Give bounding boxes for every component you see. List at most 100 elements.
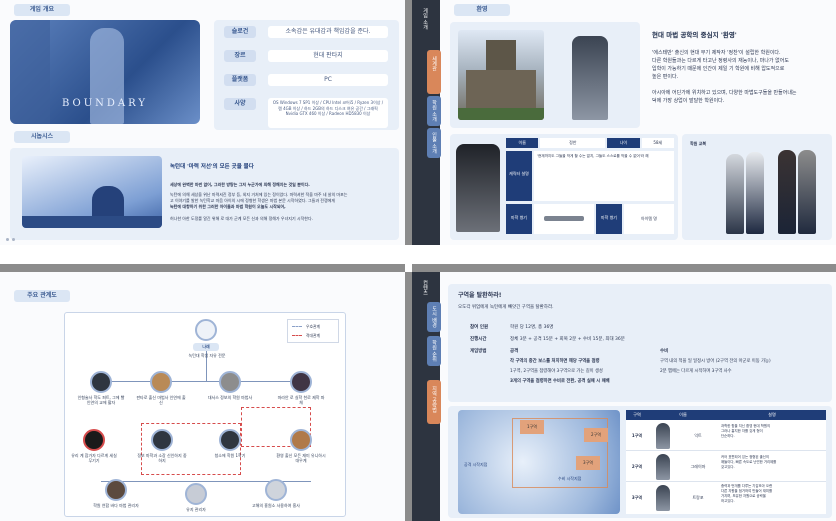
rule-defense-1: 구역 내의 적을 일 일정시 방어 (2구역 전의 아군로 이동 가능) [660,359,771,364]
weapon-image [534,204,594,234]
uniform-label: 학원 교복 [690,141,707,146]
relationship-diagram: 우호관계 적대관계 나래 녹턴대 학생 자유 전문 인형술사 학도 퍼트, 그에… [64,312,346,517]
row-value-method: 공격 [510,349,519,354]
horizontal-divider-right [412,264,836,272]
row-key-time: 진행시간 [470,337,487,342]
slide-game-overview: 게임 개요 BOUNDARY 슬로건 소속감은 유대감과 책임감을 준다. 장르… [0,0,405,245]
info-key-platform: 플랫폼 [224,74,256,86]
page-dot [12,238,15,241]
character-label-1: 인형술사 학도 퍼트, 그에 빨 인연의 교에 활자 [77,395,125,405]
character-label-8: 환영 출신 모든 재미 유니하시 대우계 [276,453,326,463]
table-cell-desc: 과학한 힘을 지닌 환영 현대 학원의 그러나 흉지한 자를 갖게 형이 단순하… [721,424,771,438]
weapon-key-2: 마학 병기 [596,204,622,234]
table-head-name: 이름 [679,412,687,417]
character-node-4[interactable] [290,371,312,393]
info-key-slogan: 슬로건 [224,26,256,38]
character-node-5[interactable] [83,429,105,451]
character-node-1[interactable] [90,371,112,393]
side-tab-characters[interactable]: 인물 소개 [427,128,441,158]
synopsis-panel: 녹턴대 '마력 저선'의 모든 곳을 물다 세상에 완벽한 마번 없어, 그러한… [10,148,399,240]
rule-attack-2: 1구역, 2구역을 점령해야 3구역으로 가는 길이 생성 [510,369,603,374]
horizontal-divider-left [0,264,405,272]
info-panel: 슬로건 소속감은 유대감과 책임감을 준다. 장르 현대 판타지 플랫폼 PC … [214,20,399,130]
side-tab-city[interactable]: 도시 배경 [427,302,441,332]
character-node-6[interactable] [151,429,173,451]
academy-para2-line2: 덕에 가장 상업이 발달한 학원이다. [652,98,725,104]
weapon-key: 마학 병기 [506,204,532,234]
founder-character-image [572,36,608,120]
section-label: 환영 [454,4,510,16]
head-age-key: 나이 [607,138,640,148]
character-desc-text: '현재까지도 그들을 막게 할 수는 없지, 그들도 스스로를 막을 수 없어'… [537,154,649,158]
uniform-figure-male [778,150,796,234]
character-label-2: 판타로 출신 마법사 인연에 출신 [136,395,186,405]
legend-hostile: 적대관계 [306,333,320,338]
synopsis-image [22,156,162,228]
side-tab-zone[interactable]: 지역 공략법 [427,380,441,424]
attack-start-marker: 공격 시작지점 [464,462,488,467]
row-key-players: 참여 인원 [470,325,489,330]
character-label-7: 청소에 학원 1학기 [214,453,246,458]
center-label: 녹턴대 학생 자유 전문 [188,353,226,358]
table-head-zone: 구역 [633,412,641,417]
contents-heading: 구역을 탈환하라! [458,292,502,299]
rule-defense-2: 2분 맵에는 다르게 시작하며 3구역 사수 [660,369,732,374]
character-node-8[interactable] [290,429,312,451]
contents-intro: 오도각 위엄에게 녹턴에게 빼앗긴 구역을 탈환하라. [458,305,554,310]
character-node-9[interactable] [105,479,127,501]
character-label-4: 마라안 로 실학 천로 제학 파체 [277,395,325,405]
rule-attack-1: 각 구역의 중간 보스를 처치하면 해당 구역을 점령 [510,359,600,364]
center-character-node[interactable] [195,319,217,341]
sidebar-title: 게임 소개 [422,8,428,30]
academy-building-image [458,30,544,120]
info-key-genre: 장르 [224,50,256,62]
zone-3-marker[interactable]: 3구역 [576,456,600,470]
side-tab-academy[interactable]: 학원 소개 [427,96,441,126]
legend-friendly: 우호관계 [306,324,320,329]
slide-relationship-map: 주요 관계도 우호관계 적대관계 나래 녹턴대 학생 자유 전문 인형술사 학도… [0,272,405,521]
synopsis-label: 시놉시스 [14,131,70,143]
academy-para2-line1: 아시아에 어딘가에 위치하고 있으며, 다양한 마법도구들을 만들어내는 [652,90,797,96]
synopsis-line-5: 허나한 아한 도정를 알긴 위해 로 대가 군계 모든 신과 의해 정해가 우녀… [170,216,313,221]
rule-attack-3: 3개의 구역을 점령하면 수비로 전환, 공격 실패 시 패배 [510,379,610,384]
table-cell-zone: 1구역 [631,433,643,438]
slide-contents: 컨텐츠 도시 배경 학원 순위 지역 공략법 구역을 탈환하라! 오도각 위엄에… [412,272,836,521]
info-value-spec: OS Windows 7 SP1 이상 / CPU Intel 코어i5 / R… [268,98,388,128]
character-node-11[interactable] [265,479,287,501]
defense-start-marker: 수비 시작지점 [558,476,582,481]
head-name-value: 정찬 [540,138,606,148]
row-value-time: 정체 3분 + 공격 15분 + 회복 2분 + 수비 15분, 최대 36분 [510,337,625,342]
character-label-3: 대서스 정보의 학원 마법사 [207,395,253,400]
academy-para1-line1: '에스테반' 출신의 현대 무기 제작자 '정찬'이 설립한 학원이다. [652,50,781,56]
character-label-5: 유리 계 참가자 다르게 세실 무기기 [71,453,117,463]
character-node-7[interactable] [219,429,241,451]
rules-panel: 구역을 탈환하라! 오도각 위엄에게 녹턴에게 빼앗긴 구역을 탈환하라. 참여… [448,284,832,402]
zone-2-marker[interactable]: 2구역 [584,428,608,442]
academy-para1-line3: 입학이 가능하기 때문에 인간이 제일 기 학원에 비해 압도적으로 [652,66,785,72]
side-tab-world[interactable]: 세계관 [427,50,441,94]
table-cell-desc: 커어 표편되어 있는 정형된 출신의 애들이다, 빠른 속도로 난민한 거리제를… [721,455,777,469]
academy-image-panel [450,22,640,128]
info-value-platform: PC [268,74,388,86]
table-head-desc: 설명 [768,412,776,417]
game-logo-image: BOUNDARY [10,20,200,124]
character-desc-box: '현재까지도 그들을 막게 할 수는 없지, 그들도 스스로를 막을 수 없어'… [534,151,674,201]
zone-1-marker[interactable]: 1구역 [520,420,544,434]
character-label-9: 학원 연합 바다 마법 관리자 [93,503,139,508]
slide-grid: 게임 개요 BOUNDARY 슬로건 소속감은 유대감과 책임감을 준다. 장르… [0,0,836,521]
character-label-6: 정보 마학과 소장 신인하지 중하지 [137,453,187,463]
head-age-value: 58세 [641,138,675,148]
synopsis-line-4: 녹턴에 대항하기 위한 그러한 아이들과 마법 학원이 오늘도 시작되어, [170,204,286,209]
center-name: 나래 [193,343,219,351]
weapon-name: 아이템 명 [624,204,674,234]
table-row: 2구역 그레이마 커어 표편되어 있는 정형된 출신의 애들이다, 빠른 속도로… [626,451,826,482]
page-dot [6,238,9,241]
character-node-10[interactable] [185,483,207,505]
academy-para1-line2: 다른 학원들과는 다르게 타고난 정령사의 재능이나, 마나가 없어도 [652,58,789,64]
character-node-2[interactable] [150,371,172,393]
table-row: 1구역 익트 과학한 힘을 지닌 환영 현대 학원의 그러나 흉지한 자를 갖게… [626,420,826,451]
character-node-3[interactable] [219,371,241,393]
synopsis-title: 녹턴대 '마력 저선'의 모든 곳을 물다 [170,164,254,170]
side-tab-ranking[interactable]: 학원 순위 [427,336,441,366]
uniform-figure-female-2 [746,152,764,234]
